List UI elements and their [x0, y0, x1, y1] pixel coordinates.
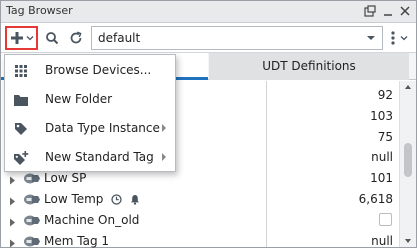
submenu-arrow-icon [162, 124, 166, 132]
tree-row[interactable]: Mem Tag 1 null [1, 231, 399, 248]
scrollbar-thumb[interactable] [404, 143, 412, 177]
menu-item-label: Data Type Instance [45, 121, 160, 135]
tag-icon [23, 193, 41, 209]
scroll-down-icon[interactable] [404, 237, 412, 245]
tag-name: Machine On_old [44, 212, 140, 227]
menu-item-browse-devices[interactable]: Browse Devices... [5, 56, 175, 85]
title-bar: Tag Browser [1, 1, 416, 23]
menu-item-new-standard-tag[interactable]: New Standard Tag [5, 143, 175, 172]
tag-value: null [371, 150, 393, 165]
plus-icon [11, 32, 23, 44]
close-icon[interactable] [397, 3, 413, 19]
tag-value: 103 [370, 108, 393, 123]
tag-provider-select[interactable]: default [91, 26, 383, 50]
history-clock-icon [111, 194, 122, 208]
tag-value: null [371, 233, 393, 248]
devices-icon [13, 63, 29, 79]
tag-icon [13, 121, 29, 137]
column-divider[interactable] [266, 81, 267, 247]
tag-name: Low Temp [44, 192, 104, 206]
value-checkbox[interactable] [379, 212, 392, 226]
toolbar: default [1, 23, 416, 53]
expand-arrow-icon[interactable] [9, 174, 16, 188]
tag-value: 75 [377, 129, 393, 144]
menu-item-label: Browse Devices... [45, 63, 152, 77]
submenu-arrow-icon [162, 153, 166, 161]
tag-value: 92 [377, 88, 393, 102]
tag-provider-value: default [98, 31, 141, 45]
new-tag-icon [13, 150, 29, 166]
tag-name: Low SP [44, 171, 87, 186]
alarm-bell-icon [130, 194, 140, 208]
tag-browser-window: Tag Browser default UDT Definitions 92 1… [0, 0, 417, 248]
tree-row[interactable]: Machine On_old [1, 210, 399, 231]
expand-arrow-icon[interactable] [9, 216, 16, 230]
chevron-down-icon[interactable] [398, 28, 410, 48]
menu-item-new-folder[interactable]: New Folder [5, 85, 175, 114]
vertical-scrollbar[interactable] [399, 81, 416, 247]
tag-name: Mem Tag 1 [44, 233, 110, 248]
float-window-icon[interactable] [362, 3, 378, 19]
refresh-icon[interactable] [66, 28, 86, 48]
add-button[interactable] [5, 26, 38, 50]
menu-item-data-type-instance[interactable]: Data Type Instance [5, 114, 175, 143]
chevron-down-icon [364, 31, 378, 48]
tag-value: 101 [370, 171, 393, 186]
tree-row[interactable]: Low Temp 6,618 [1, 189, 399, 210]
tab-udt-definitions[interactable]: UDT Definitions [209, 53, 409, 80]
tag-icon [23, 235, 41, 248]
menu-item-label: New Standard Tag [45, 150, 154, 164]
folder-icon [13, 92, 29, 108]
expand-arrow-icon[interactable] [9, 237, 16, 248]
tag-icon [23, 172, 41, 188]
search-icon[interactable] [42, 28, 62, 48]
menu-item-label: New Folder [45, 92, 113, 106]
scroll-up-icon[interactable] [404, 83, 412, 91]
expand-arrow-icon[interactable] [9, 195, 16, 209]
tag-icon [23, 214, 41, 230]
minimize-icon[interactable] [380, 3, 396, 19]
window-title: Tag Browser [6, 4, 73, 17]
tag-value: 6,618 [358, 192, 393, 206]
add-dropdown-menu: Browse Devices... New Folder Data Type I… [4, 54, 176, 172]
chevron-down-icon [26, 36, 34, 41]
